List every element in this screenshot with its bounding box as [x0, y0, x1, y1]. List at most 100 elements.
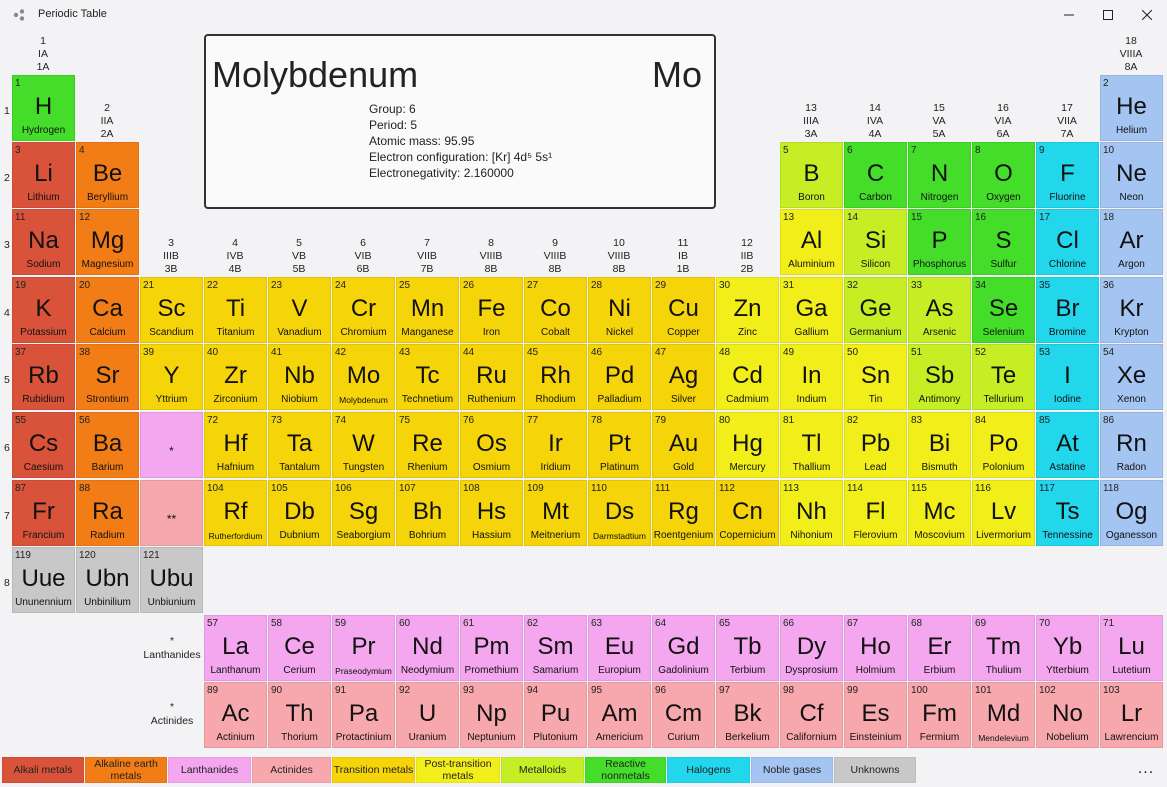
- element-tile-copper[interactable]: 29 Cu Copper: [652, 277, 715, 343]
- element-tile-bromine[interactable]: 35 Br Bromine: [1036, 277, 1099, 343]
- element-tile-rhodium[interactable]: 45 Rh Rhodium: [524, 344, 587, 410]
- element-tile-neon[interactable]: 10 Ne Neon: [1100, 142, 1163, 208]
- element-tile-barium[interactable]: 56 Ba Barium: [76, 412, 139, 478]
- element-tile-curium[interactable]: 96 Cm Curium: [652, 682, 715, 748]
- element-tile-sodium[interactable]: 11 Na Sodium: [12, 209, 75, 275]
- legend-transition-button[interactable]: Transition metals: [332, 757, 415, 783]
- element-tile-argon[interactable]: 18 Ar Argon: [1100, 209, 1163, 275]
- element-tile-bohrium[interactable]: 107 Bh Bohrium: [396, 480, 459, 546]
- element-tile-unbiunium[interactable]: 121 Ubu Unbiunium: [140, 547, 203, 613]
- element-tile-plutonium[interactable]: 94 Pu Plutonium: [524, 682, 587, 748]
- element-tile-chromium[interactable]: 24 Cr Chromium: [332, 277, 395, 343]
- series-placeholder-lanthanide[interactable]: *: [140, 412, 203, 478]
- more-options-button[interactable]: ...: [1134, 760, 1158, 780]
- element-tile-fluorine[interactable]: 9 F Fluorine: [1036, 142, 1099, 208]
- element-tile-arsenic[interactable]: 33 As Arsenic: [908, 277, 971, 343]
- element-tile-fermium[interactable]: 100 Fm Fermium: [908, 682, 971, 748]
- element-tile-californium[interactable]: 98 Cf Californium: [780, 682, 843, 748]
- element-tile-mendelevium[interactable]: 101 Md Mendelevium: [972, 682, 1035, 748]
- element-tile-beryllium[interactable]: 4 Be Beryllium: [76, 142, 139, 208]
- element-tile-mercury[interactable]: 80 Hg Mercury: [716, 412, 779, 478]
- element-tile-indium[interactable]: 49 In Indium: [780, 344, 843, 410]
- element-tile-nickel[interactable]: 28 Ni Nickel: [588, 277, 651, 343]
- element-tile-chlorine[interactable]: 17 Cl Chlorine: [1036, 209, 1099, 275]
- element-tile-krypton[interactable]: 36 Kr Krypton: [1100, 277, 1163, 343]
- element-tile-erbium[interactable]: 68 Er Erbium: [908, 615, 971, 681]
- legend-metalloid-button[interactable]: Metalloids: [501, 757, 584, 783]
- element-tile-cadmium[interactable]: 48 Cd Cadmium: [716, 344, 779, 410]
- element-tile-thallium[interactable]: 81 Tl Thallium: [780, 412, 843, 478]
- element-tile-radium[interactable]: 88 Ra Radium: [76, 480, 139, 546]
- element-tile-einsteinium[interactable]: 99 Es Einsteinium: [844, 682, 907, 748]
- element-tile-thorium[interactable]: 90 Th Thorium: [268, 682, 331, 748]
- element-tile-gallium[interactable]: 31 Ga Gallium: [780, 277, 843, 343]
- element-tile-palladium[interactable]: 46 Pd Palladium: [588, 344, 651, 410]
- element-tile-meitnerium[interactable]: 109 Mt Meitnerium: [524, 480, 587, 546]
- element-tile-cerium[interactable]: 58 Ce Cerium: [268, 615, 331, 681]
- element-tile-lead[interactable]: 82 Pb Lead: [844, 412, 907, 478]
- element-tile-praseodymium[interactable]: 59 Pr Praseodymium: [332, 615, 395, 681]
- close-button[interactable]: [1124, 0, 1167, 30]
- element-tile-strontium[interactable]: 38 Sr Strontium: [76, 344, 139, 410]
- element-tile-bismuth[interactable]: 83 Bi Bismuth: [908, 412, 971, 478]
- element-tile-germanium[interactable]: 32 Ge Germanium: [844, 277, 907, 343]
- element-tile-scandium[interactable]: 21 Sc Scandium: [140, 277, 203, 343]
- element-tile-lanthanum[interactable]: 57 La Lanthanum: [204, 615, 267, 681]
- element-tile-hydrogen[interactable]: 1 H Hydrogen: [12, 75, 75, 141]
- element-tile-calcium[interactable]: 20 Ca Calcium: [76, 277, 139, 343]
- element-tile-carbon[interactable]: 6 C Carbon: [844, 142, 907, 208]
- element-tile-protactinium[interactable]: 91 Pa Protactinium: [332, 682, 395, 748]
- legend-alkaline-button[interactable]: Alkaline earth metals: [85, 757, 167, 783]
- element-tile-hassium[interactable]: 108 Hs Hassium: [460, 480, 523, 546]
- element-tile-caesium[interactable]: 55 Cs Caesium: [12, 412, 75, 478]
- element-tile-nobelium[interactable]: 102 No Nobelium: [1036, 682, 1099, 748]
- element-tile-darmstadtium[interactable]: 110 Ds Darmstadtium: [588, 480, 651, 546]
- legend-nonmetal-button[interactable]: Reactive nonmetals: [585, 757, 666, 783]
- element-tile-astatine[interactable]: 85 At Astatine: [1036, 412, 1099, 478]
- element-tile-rutherfordium[interactable]: 104 Rf Rutherfordium: [204, 480, 267, 546]
- element-tile-yttrium[interactable]: 39 Y Yttrium: [140, 344, 203, 410]
- element-tile-vanadium[interactable]: 23 V Vanadium: [268, 277, 331, 343]
- element-tile-osmium[interactable]: 76 Os Osmium: [460, 412, 523, 478]
- element-tile-oganesson[interactable]: 118 Og Oganesson: [1100, 480, 1163, 546]
- element-tile-tungsten[interactable]: 74 W Tungsten: [332, 412, 395, 478]
- legend-unknown-button[interactable]: Unknowns: [834, 757, 916, 783]
- element-tile-ununennium[interactable]: 119 Uue Ununennium: [12, 547, 75, 613]
- element-tile-titanium[interactable]: 22 Ti Titanium: [204, 277, 267, 343]
- element-tile-dysprosium[interactable]: 66 Dy Dysprosium: [780, 615, 843, 681]
- element-tile-tantalum[interactable]: 73 Ta Tantalum: [268, 412, 331, 478]
- element-tile-samarium[interactable]: 62 Sm Samarium: [524, 615, 587, 681]
- element-tile-ytterbium[interactable]: 70 Yb Ytterbium: [1036, 615, 1099, 681]
- element-tile-antimony[interactable]: 51 Sb Antimony: [908, 344, 971, 410]
- element-tile-dubnium[interactable]: 105 Db Dubnium: [268, 480, 331, 546]
- element-tile-holmium[interactable]: 67 Ho Holmium: [844, 615, 907, 681]
- element-tile-uranium[interactable]: 92 U Uranium: [396, 682, 459, 748]
- legend-actinide-button[interactable]: Actinides: [252, 757, 331, 783]
- element-tile-oxygen[interactable]: 8 O Oxygen: [972, 142, 1035, 208]
- element-tile-manganese[interactable]: 25 Mn Manganese: [396, 277, 459, 343]
- element-tile-gold[interactable]: 79 Au Gold: [652, 412, 715, 478]
- element-tile-selenium[interactable]: 34 Se Selenium: [972, 277, 1035, 343]
- element-tile-aluminium[interactable]: 13 Al Aluminium: [780, 209, 843, 275]
- element-tile-gadolinium[interactable]: 64 Gd Gadolinium: [652, 615, 715, 681]
- element-tile-unbinilium[interactable]: 120 Ubn Unbinilium: [76, 547, 139, 613]
- element-tile-seaborgium[interactable]: 106 Sg Seaborgium: [332, 480, 395, 546]
- element-tile-europium[interactable]: 63 Eu Europium: [588, 615, 651, 681]
- element-tile-boron[interactable]: 5 B Boron: [780, 142, 843, 208]
- element-tile-ruthenium[interactable]: 44 Ru Ruthenium: [460, 344, 523, 410]
- element-tile-tin[interactable]: 50 Sn Tin: [844, 344, 907, 410]
- element-tile-silicon[interactable]: 14 Si Silicon: [844, 209, 907, 275]
- element-tile-magnesium[interactable]: 12 Mg Magnesium: [76, 209, 139, 275]
- element-tile-silver[interactable]: 47 Ag Silver: [652, 344, 715, 410]
- element-tile-tennessine[interactable]: 117 Ts Tennessine: [1036, 480, 1099, 546]
- legend-lanthanide-button[interactable]: Lanthanides: [168, 757, 251, 783]
- element-tile-polonium[interactable]: 84 Po Polonium: [972, 412, 1035, 478]
- element-tile-radon[interactable]: 86 Rn Radon: [1100, 412, 1163, 478]
- element-tile-helium[interactable]: 2 He Helium: [1100, 75, 1163, 141]
- element-tile-iodine[interactable]: 53 I Iodine: [1036, 344, 1099, 410]
- legend-alkali-button[interactable]: Alkali metals: [2, 757, 84, 783]
- element-tile-tellurium[interactable]: 52 Te Tellurium: [972, 344, 1035, 410]
- element-tile-promethium[interactable]: 61 Pm Promethium: [460, 615, 523, 681]
- element-tile-zinc[interactable]: 30 Zn Zinc: [716, 277, 779, 343]
- element-tile-molybdenum[interactable]: 42 Mo Molybdenum: [332, 344, 395, 410]
